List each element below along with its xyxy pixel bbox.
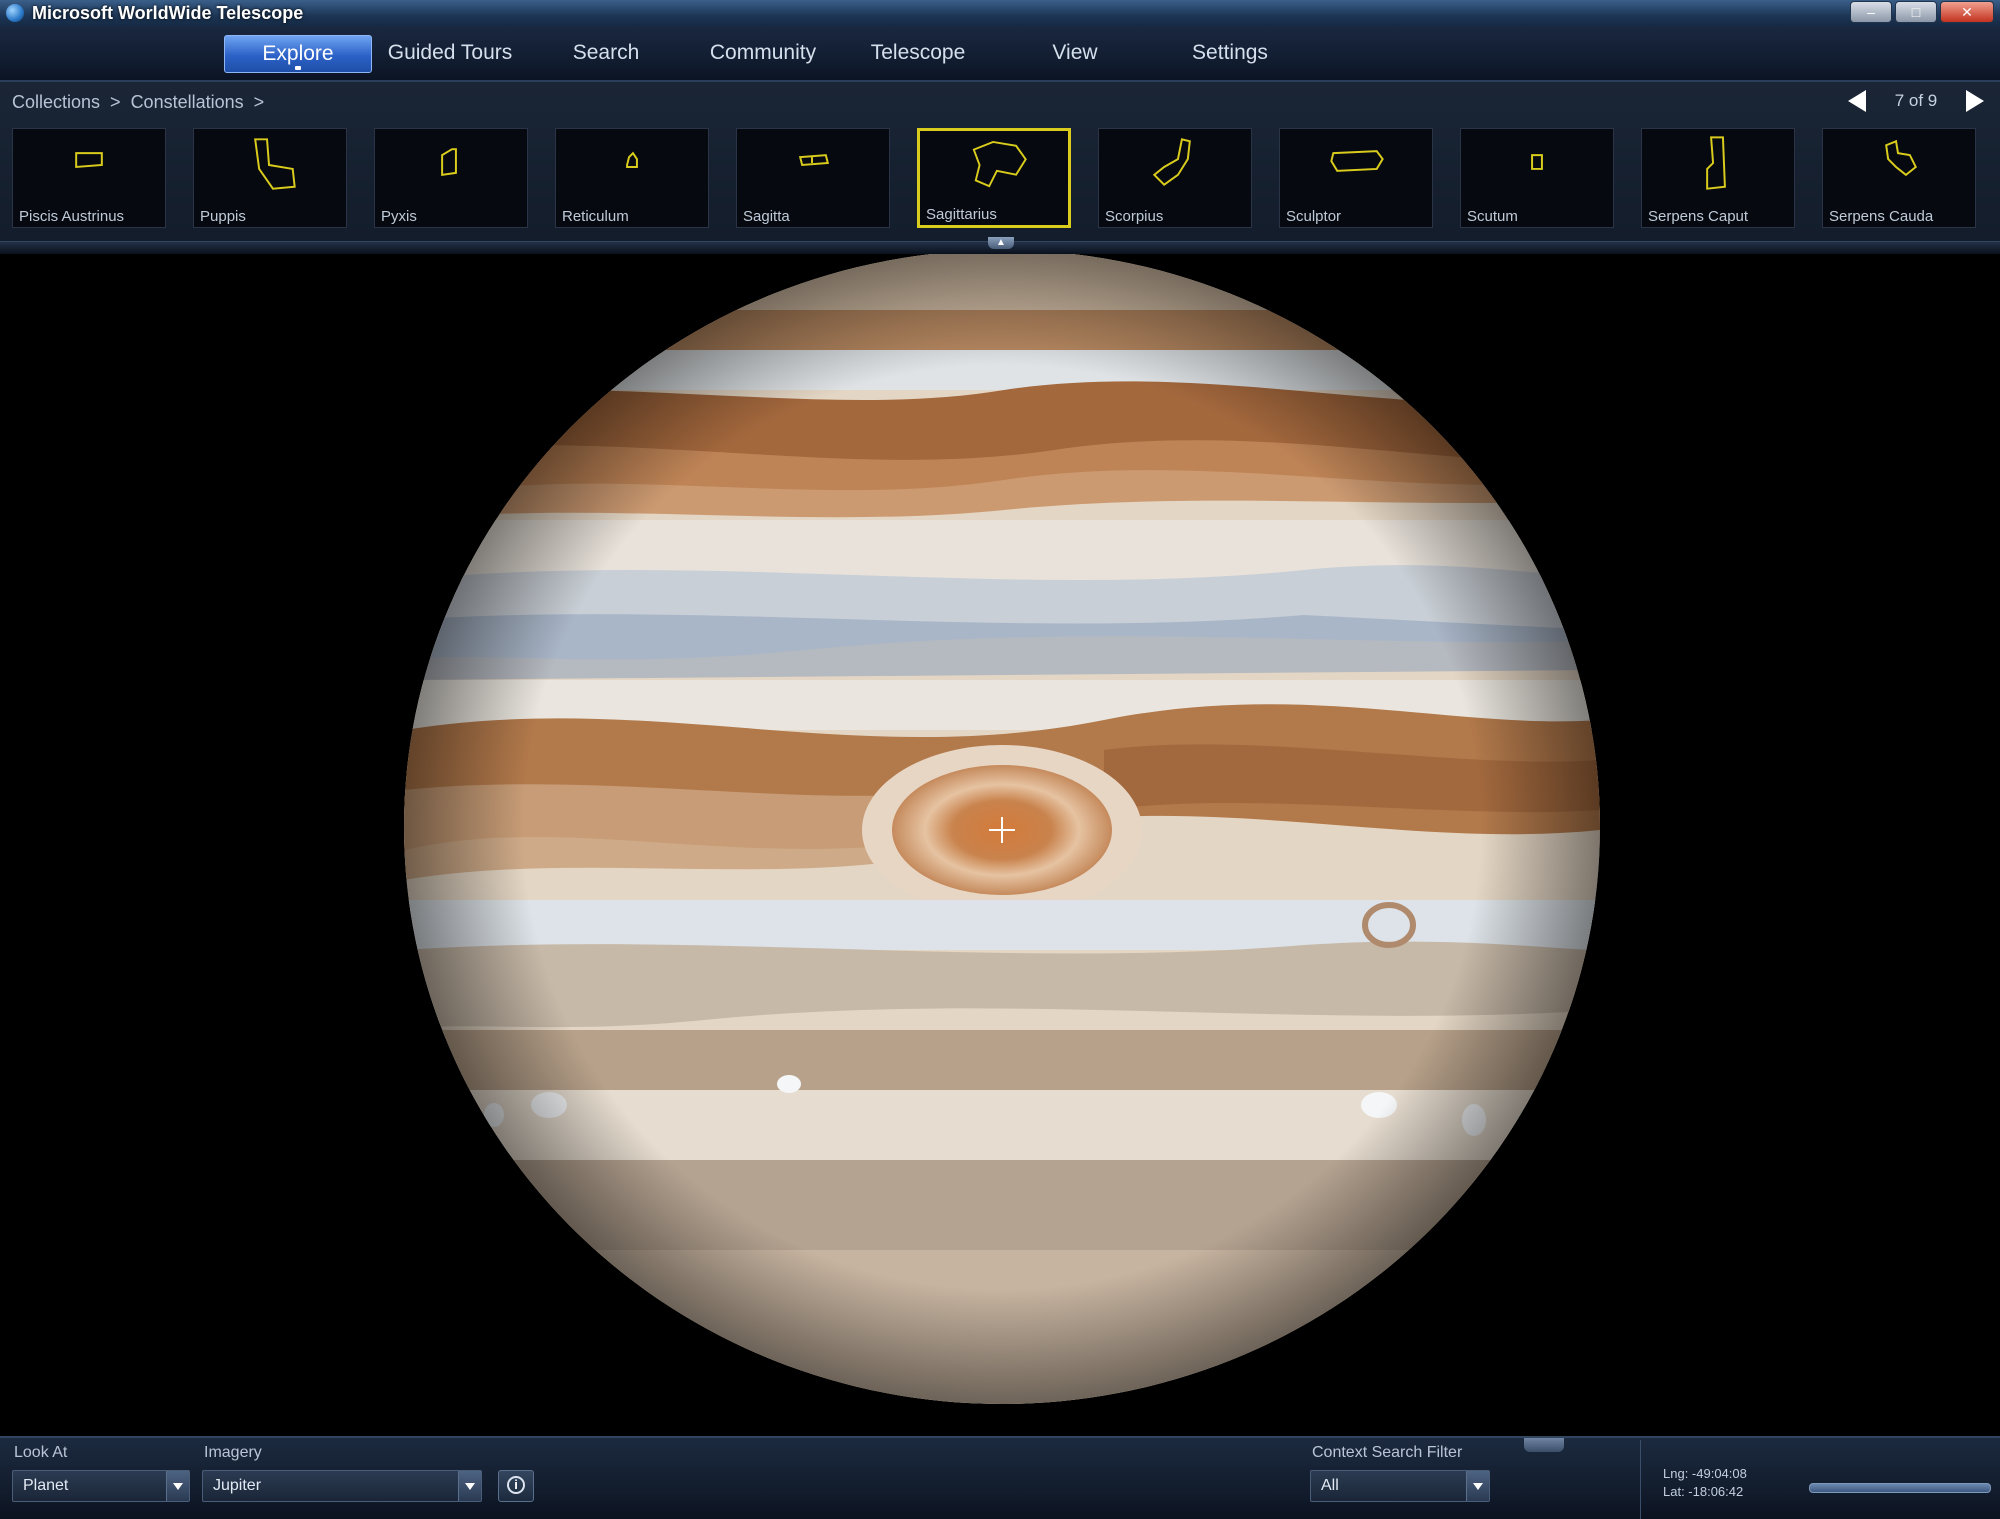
jupiter-planet[interactable] (404, 254, 1600, 1404)
thumb-sculptor[interactable]: Sculptor (1279, 128, 1433, 228)
constellation-outline-icon (1706, 136, 1726, 190)
menu-search[interactable]: Search (556, 35, 656, 71)
menu-settings-label: Settings (1192, 41, 1268, 64)
constellation-outline-icon (441, 148, 457, 176)
jupiter-image (404, 254, 1600, 1404)
minimize-button[interactable]: – (1850, 1, 1892, 23)
constellation-outline-icon (798, 154, 830, 167)
thumb-serpens-caput[interactable]: Serpens Caput (1641, 128, 1795, 228)
imagery-value: Jupiter (213, 1477, 262, 1494)
menu-guided-tours-label: Guided Tours (387, 41, 513, 64)
thumb-label: Serpens Cauda (1829, 208, 1934, 225)
bottom-control-bar: Look At Planet Imagery Jupiter i Context… (0, 1436, 2000, 1519)
page-indicator: 7 of 9 (1894, 91, 1938, 110)
thumb-label: Pyxis (381, 208, 417, 225)
thumb-label: Sagittarius (926, 206, 997, 223)
context-search-filter-label: Context Search Filter (1312, 1444, 1463, 1461)
thumb-scutum[interactable]: Scutum (1460, 128, 1614, 228)
title-bar: Microsoft WorldWide Telescope – □ ✕ (0, 0, 2000, 27)
constellation-outline-icon (254, 138, 296, 190)
context-search-filter-value: All (1321, 1477, 1339, 1494)
longitude-readout: Lng: -49:04:08 (1663, 1466, 1747, 1481)
coordinate-panel: Lng: -49:04:08 Lat: -18:06:42 (1640, 1440, 2000, 1519)
strip-divider: ▲ (0, 237, 2000, 254)
window-controls: – □ ✕ (1850, 1, 1994, 23)
constellation-outline-icon (626, 151, 638, 168)
breadcrumb-separator: > (110, 92, 121, 112)
imagery-dropdown[interactable]: Jupiter (202, 1470, 482, 1502)
thumb-reticulum[interactable]: Reticulum (555, 128, 709, 228)
menu-telescope-label: Telescope (870, 41, 966, 64)
thumb-label: Sagitta (743, 208, 790, 225)
expand-panel-icon[interactable] (1524, 1438, 1564, 1452)
collapse-strip-icon[interactable]: ▲ (988, 237, 1014, 249)
thumb-scorpius[interactable]: Scorpius (1098, 128, 1252, 228)
info-icon: i (507, 1476, 525, 1494)
constellation-outline-icon (972, 140, 1027, 188)
thumb-pyxis[interactable]: Pyxis (374, 128, 528, 228)
info-button[interactable]: i (498, 1470, 534, 1502)
menu-view[interactable]: View (1030, 35, 1120, 71)
breadcrumb-separator: > (253, 92, 265, 112)
constellation-thumbnails: Piscis Austrinus Puppis Pyxis Reticulum … (12, 128, 1992, 228)
collection-browser: Collections > Constellations > 7 of 9 Pi… (0, 82, 2000, 254)
thumb-sagittarius[interactable]: Sagittarius (917, 128, 1071, 228)
chevron-down-icon (166, 1471, 189, 1501)
thumb-label: Reticulum (562, 208, 629, 225)
menu-settings[interactable]: Settings (1180, 35, 1280, 71)
breadcrumb-collections[interactable]: Collections (12, 92, 100, 113)
constellation-outline-icon (75, 152, 103, 169)
main-menu-bar: Explore Guided Tours Search Community Te… (0, 26, 2000, 82)
constellation-outline-icon (1152, 138, 1191, 187)
thumb-label: Sculptor (1286, 208, 1342, 225)
thumb-label: Puppis (200, 208, 246, 225)
menu-search-label: Search (572, 41, 640, 64)
menu-explore[interactable]: Explore (224, 35, 372, 73)
look-at-value: Planet (23, 1477, 69, 1494)
thumb-piscis-austrinus[interactable]: Piscis Austrinus (12, 128, 166, 228)
chevron-down-icon (458, 1471, 481, 1501)
pager: 7 of 9 (1848, 90, 1984, 112)
constellation-outline-icon (1330, 150, 1384, 172)
sky-viewport[interactable] (0, 254, 2000, 1434)
breadcrumb-constellations[interactable]: Constellations (131, 92, 244, 113)
thumb-puppis[interactable]: Puppis (193, 128, 347, 228)
active-indicator-icon (295, 66, 301, 70)
previous-page-icon[interactable] (1848, 90, 1866, 112)
zoom-slider[interactable] (1809, 1483, 1991, 1493)
look-at-label: Look At (14, 1444, 68, 1461)
constellation-outline-icon (1885, 139, 1918, 177)
menu-view-label: View (1052, 41, 1098, 64)
chevron-down-icon (1466, 1471, 1489, 1501)
latitude-readout: Lat: -18:06:42 (1663, 1484, 1744, 1499)
thumb-label: Scorpius (1105, 208, 1164, 225)
constellation-outline-icon (1531, 154, 1543, 170)
menu-explore-label: Explore (262, 42, 334, 65)
thumb-label: Serpens Caput (1648, 208, 1749, 225)
look-at-dropdown[interactable]: Planet (12, 1470, 190, 1502)
menu-community-label: Community (709, 41, 817, 64)
menu-guided-tours[interactable]: Guided Tours (378, 35, 522, 71)
context-search-filter-dropdown[interactable]: All (1310, 1470, 1490, 1502)
next-page-icon[interactable] (1966, 90, 1984, 112)
maximize-button[interactable]: □ (1895, 1, 1937, 23)
window-title: Microsoft WorldWide Telescope (32, 3, 304, 23)
menu-community[interactable]: Community (700, 35, 826, 71)
thumb-serpens-cauda[interactable]: Serpens Cauda (1822, 128, 1976, 228)
thumb-label: Piscis Austrinus (19, 208, 125, 225)
menu-telescope[interactable]: Telescope (860, 35, 976, 71)
close-button[interactable]: ✕ (1940, 1, 1994, 23)
thumb-label: Scutum (1467, 208, 1518, 225)
app-logo-icon (6, 4, 24, 22)
thumb-sagitta[interactable]: Sagitta (736, 128, 890, 228)
imagery-label: Imagery (204, 1444, 262, 1461)
breadcrumb: Collections > Constellations > (12, 92, 264, 113)
